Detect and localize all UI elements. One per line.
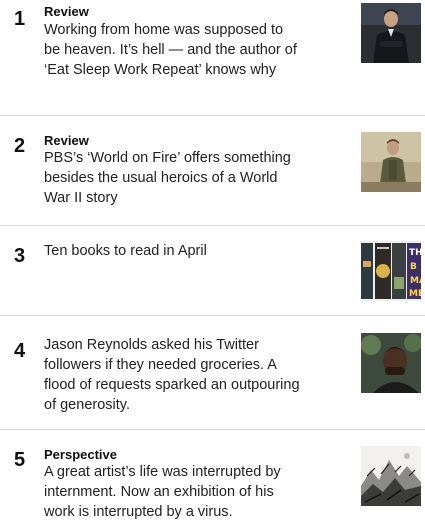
- thumbnail-image[interactable]: THI B MA MEL: [361, 241, 421, 301]
- list-item[interactable]: 3 Ten books to read in April THI B MA ME…: [0, 225, 425, 316]
- svg-text:B: B: [410, 262, 417, 272]
- rank-number: 3: [14, 245, 26, 267]
- author-portrait-photo: [361, 333, 421, 393]
- rank-number: 4: [14, 340, 26, 362]
- book-covers-photo: THI B MA MEL: [361, 241, 421, 301]
- thumbnail-image[interactable]: [361, 446, 421, 506]
- rank-number: 1: [14, 8, 26, 30]
- headline-link[interactable]: A great artist’s life was interrupted by…: [44, 462, 302, 522]
- list-item[interactable]: 5 Perspective A great artist’s life was …: [0, 429, 425, 520]
- svg-text:MA: MA: [410, 276, 421, 286]
- man-in-dark-suit-photo: [361, 3, 421, 63]
- soldier-in-uniform-photo: [361, 132, 421, 192]
- kicker-label: Perspective: [44, 447, 117, 462]
- headline-link[interactable]: Working from home was supposed to be hea…: [44, 20, 302, 80]
- headline-link[interactable]: PBS’s ‘World on Fire’ offers something b…: [44, 148, 302, 208]
- kicker-label: Review: [44, 4, 89, 19]
- most-read-list: 1 Review Working from home was supposed …: [0, 0, 425, 520]
- svg-text:THI: THI: [409, 248, 421, 258]
- ink-landscape-painting: [361, 446, 421, 506]
- thumbnail-image[interactable]: [361, 3, 421, 63]
- headline-link[interactable]: Ten books to read in April: [44, 241, 302, 261]
- kicker-label: Review: [44, 133, 89, 148]
- svg-text:MEL: MEL: [409, 289, 421, 299]
- headline-link[interactable]: Jason Reynolds asked his Twitter followe…: [44, 335, 302, 415]
- rank-number: 5: [14, 449, 26, 471]
- thumbnail-image[interactable]: [361, 132, 421, 192]
- list-item[interactable]: 1 Review Working from home was supposed …: [0, 0, 425, 116]
- rank-number: 2: [14, 135, 26, 157]
- list-item[interactable]: 4 Jason Reynolds asked his Twitter follo…: [0, 315, 425, 430]
- thumbnail-image[interactable]: [361, 333, 421, 393]
- list-item[interactable]: 2 Review PBS’s ‘World on Fire’ offers so…: [0, 115, 425, 226]
